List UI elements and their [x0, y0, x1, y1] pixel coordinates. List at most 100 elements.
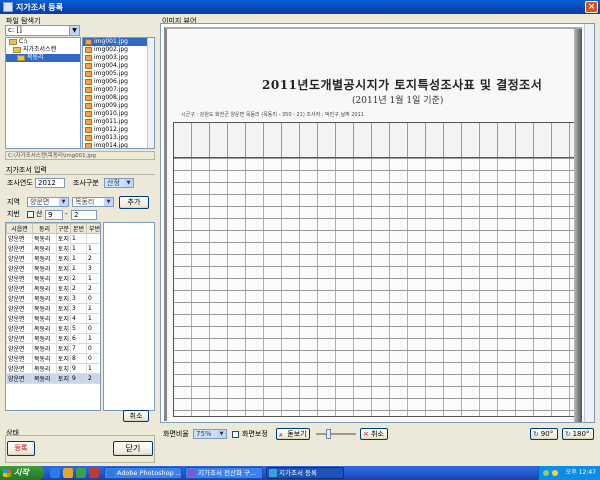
- folder-tree-item[interactable]: C:\: [6, 38, 80, 46]
- type-select[interactable]: 산정 ▼: [104, 178, 134, 188]
- table-row[interactable]: 양운면 목동리 토지 9 1: [6, 363, 100, 374]
- taskbar-button[interactable]: Adobe Photoshop ...: [104, 467, 182, 479]
- file-list-item[interactable]: img006.jpg: [83, 78, 154, 86]
- table-cell: 양운면: [6, 273, 33, 284]
- file-list-item[interactable]: img004.jpg: [83, 62, 154, 70]
- table-column-header[interactable]: 시읍면: [6, 223, 33, 234]
- task-app-icon: [188, 469, 196, 477]
- table-row[interactable]: 양운면 목동리 토지 2 2: [6, 283, 100, 294]
- file-label: img012.jpg: [94, 126, 128, 133]
- file-list-item[interactable]: img002.jpg: [83, 46, 154, 54]
- magnifier-button[interactable]: ⌕ 돋보기: [276, 428, 310, 440]
- network-icon[interactable]: [543, 470, 549, 476]
- zoom-slider-thumb[interactable]: [326, 429, 331, 439]
- folder-label: C:\: [19, 38, 28, 45]
- drive-select[interactable]: c: [] ▼: [5, 25, 80, 36]
- table-cell: 토지: [56, 333, 71, 344]
- add-button[interactable]: 추가: [119, 196, 149, 209]
- table-cell: 목동리: [32, 333, 57, 344]
- browser-icon[interactable]: [50, 468, 60, 478]
- table-row[interactable]: 양운면 목동리 토지 1 2: [6, 253, 100, 264]
- village-select[interactable]: 목동리 ▼: [72, 197, 114, 207]
- year-label: 조사연도: [7, 179, 33, 187]
- volume-icon[interactable]: [552, 470, 558, 476]
- chevron-down-icon[interactable]: ▼: [217, 430, 226, 438]
- file-list-item[interactable]: img001.jpg: [83, 38, 154, 46]
- file-list-item[interactable]: img005.jpg: [83, 70, 154, 78]
- file-list-item[interactable]: img007.jpg: [83, 86, 154, 94]
- table-row[interactable]: 양운면 목동리 토지 4 1: [6, 313, 100, 324]
- start-button[interactable]: 시작: [0, 466, 44, 480]
- rotate-90-button[interactable]: ↻ 90°: [530, 428, 558, 440]
- zoom-select[interactable]: 75% ▼: [193, 429, 227, 439]
- window-titlebar[interactable]: 지가조서 등록 ×: [0, 0, 600, 14]
- mountain-checkbox[interactable]: [27, 211, 34, 218]
- folder-tree-item[interactable]: 지가조서스캔: [6, 46, 80, 54]
- file-list-item[interactable]: img009.jpg: [83, 102, 154, 110]
- folder-icon[interactable]: [63, 468, 73, 478]
- taskbar-button[interactable]: 지가조서 전산화 구...: [185, 467, 263, 479]
- file-list-item[interactable]: img011.jpg: [83, 118, 154, 126]
- table-cell: 토지: [56, 293, 71, 304]
- image-viewer[interactable]: 2011년도개별공시지가 토지특성조사표 및 결정조서 (2011년 1월 1일…: [160, 23, 595, 423]
- table-cell: 양운면: [6, 283, 33, 294]
- image-file-icon: [85, 135, 92, 141]
- file-list-item[interactable]: img014.jpg: [83, 142, 154, 148]
- file-list-item[interactable]: img010.jpg: [83, 110, 154, 118]
- lot-sub-input[interactable]: 2: [71, 210, 97, 220]
- table-row[interactable]: 양운면 목동리 토지 5 0: [6, 323, 100, 334]
- table-column-header[interactable]: 본번: [70, 223, 87, 234]
- table-cell: 목동리: [32, 293, 57, 304]
- register-button[interactable]: 등록: [7, 441, 35, 456]
- chevron-down-icon[interactable]: ▼: [69, 26, 79, 35]
- chevron-down-icon[interactable]: ▼: [59, 198, 68, 206]
- table-row[interactable]: 양운면 목동리 토지 7 0: [6, 343, 100, 354]
- table-column-header[interactable]: 부번: [86, 223, 100, 234]
- file-list-item[interactable]: img013.jpg: [83, 134, 154, 142]
- file-list-scrollbar[interactable]: [147, 38, 154, 148]
- table-column-header[interactable]: 동리: [32, 223, 57, 234]
- invert-checkbox[interactable]: [232, 431, 239, 438]
- folder-tree[interactable]: C:\ 지가조서스캔 목동리: [5, 37, 81, 149]
- table-row[interactable]: 양운면 목동리 토지 1 3: [6, 263, 100, 274]
- lot-main-input[interactable]: 9: [45, 210, 63, 220]
- viewer-cancel-button[interactable]: × 취소: [360, 428, 388, 440]
- media-icon[interactable]: [89, 468, 99, 478]
- chevron-down-icon[interactable]: ▼: [104, 198, 113, 206]
- table-row[interactable]: 양운면 목동리 토지 8 0: [6, 353, 100, 364]
- table-cell: 토지: [56, 363, 71, 374]
- table-cell: 1: [86, 313, 100, 324]
- file-list[interactable]: img001.jpg img002.jpg img003.jpg img004.jpg…: [82, 37, 155, 149]
- rotate-180-button[interactable]: ↻ 180°: [562, 428, 594, 440]
- region-select[interactable]: 양운면 ▼: [27, 197, 69, 207]
- file-list-item[interactable]: img012.jpg: [83, 126, 154, 134]
- table-row[interactable]: 양운면 목동리 토지 3 0: [6, 293, 100, 304]
- chevron-down-icon[interactable]: ▼: [124, 179, 133, 187]
- table-row[interactable]: 양운면 목동리 토지 6 1: [6, 333, 100, 344]
- taskbar-button[interactable]: 지가조서 등록: [266, 467, 344, 479]
- table-cell: 토지: [56, 343, 71, 354]
- table-row[interactable]: 양운면 목동리 토지 1 1: [6, 243, 100, 254]
- close-window-button[interactable]: ×: [585, 1, 598, 13]
- table-row[interactable]: 양운면 목동리 토지 3 1: [6, 303, 100, 314]
- table-cell: 토지: [56, 233, 71, 244]
- lot-table[interactable]: 시읍면 동리 구분 본번 부번 양운면 목동리 토지 1 양운면 목동리 토지 1 1 양운면 목동리 토지 1…: [5, 222, 101, 411]
- close-button[interactable]: 닫기: [113, 441, 153, 456]
- table-row[interactable]: 양운면 목동리 토지 1: [6, 233, 100, 244]
- cancel-button[interactable]: 취소: [123, 410, 149, 422]
- table-cell: [86, 233, 100, 244]
- table-cell: 3: [70, 293, 87, 304]
- folder-tree-item[interactable]: 목동리: [6, 54, 80, 62]
- app-icon[interactable]: [76, 468, 86, 478]
- table-column-header[interactable]: 구분: [56, 223, 71, 234]
- file-list-item[interactable]: img003.jpg: [83, 54, 154, 62]
- file-list-item[interactable]: img008.jpg: [83, 94, 154, 102]
- image-file-icon: [85, 103, 92, 109]
- year-input[interactable]: 2012: [35, 178, 65, 188]
- table-row[interactable]: 양운면 목동리 토지 2 1: [6, 273, 100, 284]
- table-row[interactable]: 양운면 목동리 토지 9 2: [6, 373, 100, 384]
- zoom-slider-track[interactable]: [316, 433, 356, 435]
- mountain-label: 산: [36, 210, 43, 218]
- table-cell: 양운면: [6, 373, 33, 384]
- viewer-scrollbar[interactable]: [584, 24, 594, 422]
